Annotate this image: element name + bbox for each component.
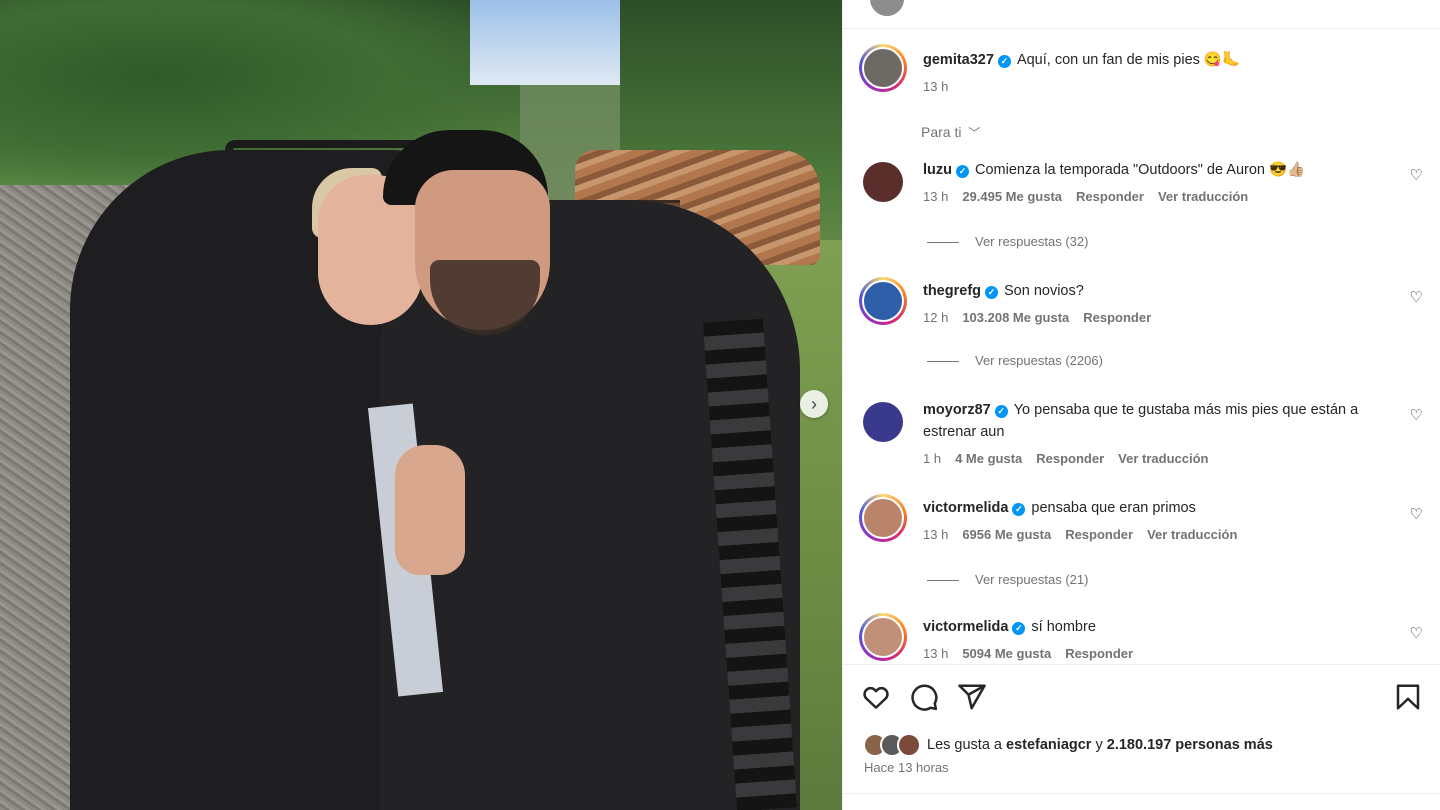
caption-username[interactable]: gemita327 xyxy=(923,52,994,68)
verified-icon: ✓ xyxy=(994,405,1008,418)
heart-icon[interactable]: ♡ xyxy=(1410,505,1423,523)
share-icon[interactable] xyxy=(957,682,987,712)
peace-sign-hand xyxy=(395,445,465,575)
avatar[interactable] xyxy=(859,494,907,542)
avatar[interactable] xyxy=(870,0,904,16)
comment-text: sí hombre xyxy=(1031,619,1096,635)
comment-username[interactable]: victormelida xyxy=(923,500,1008,516)
heart-icon[interactable]: ♡ xyxy=(1410,288,1423,306)
verified-icon: ✓ xyxy=(956,165,969,178)
heart-icon[interactable]: ♡ xyxy=(1410,406,1423,424)
comment-username[interactable]: thegrefg xyxy=(923,283,981,299)
verified-icon: ✓ xyxy=(1012,622,1026,635)
comment-text: Comienza la temporada "Outdoors" de Auro… xyxy=(975,162,1306,178)
translate-button[interactable]: Ver traducción xyxy=(1118,451,1208,466)
liker-avatars xyxy=(863,733,925,757)
avatar[interactable] xyxy=(863,402,903,442)
reply-button[interactable]: Responder xyxy=(1083,310,1151,325)
comment-sort-dropdown[interactable]: Para ti ﹀ xyxy=(921,124,980,141)
chevron-down-icon: ﹀ xyxy=(968,126,981,140)
chevron-right-icon: › xyxy=(811,393,817,414)
comment-likes[interactable]: 103.208 Me gusta xyxy=(962,310,1069,325)
instagram-post-view: › gemita327 ✓ Aquí, con un fan de mis pies… xyxy=(0,0,1440,810)
comment-likes[interactable]: 6956 Me gusta xyxy=(962,527,1051,542)
verified-icon: ✓ xyxy=(997,55,1011,68)
post-photo: › xyxy=(0,0,842,810)
reply-button[interactable]: Responder xyxy=(1065,646,1133,661)
reply-button[interactable]: Responder xyxy=(1036,451,1104,466)
comment-username[interactable]: moyorz87 xyxy=(923,402,991,418)
comment-likes[interactable]: 29.495 Me gusta xyxy=(962,189,1062,204)
view-replies-button[interactable]: Ver respuestas (21) xyxy=(927,572,1088,587)
caption-text: Aquí, con un fan de mis pies 😋🦶 xyxy=(1016,52,1241,68)
avatar[interactable] xyxy=(859,277,907,325)
post-timestamp: Hace 13 horas xyxy=(864,760,949,775)
comment-icon[interactable] xyxy=(909,682,939,712)
comment-text: Son novios? xyxy=(1004,283,1084,299)
caption-time: 13 h xyxy=(923,79,949,94)
heart-icon[interactable]: ♡ xyxy=(1410,624,1423,642)
verified-icon: ✓ xyxy=(985,286,998,299)
translate-button[interactable]: Ver traducción xyxy=(1147,527,1237,542)
avatar[interactable] xyxy=(859,44,907,92)
avatar[interactable] xyxy=(863,162,903,202)
liker-username[interactable]: estefaniagcr xyxy=(1006,737,1091,753)
comment-username[interactable]: victormelida xyxy=(923,619,1008,635)
comment-text: pensaba que eran primos xyxy=(1031,500,1196,516)
comment-likes[interactable]: 5094 Me gusta xyxy=(962,646,1051,661)
comment-likes[interactable]: 4 Me gusta xyxy=(955,451,1022,466)
post-header xyxy=(843,0,1440,29)
post-side-panel: gemita327 ✓ Aquí, con un fan de mis pies 😋… xyxy=(842,0,1440,810)
heart-icon[interactable] xyxy=(861,682,891,712)
translate-button[interactable]: Ver traducción xyxy=(1158,189,1248,204)
comment-username[interactable]: luzu xyxy=(923,162,952,178)
next-photo-button[interactable]: › xyxy=(800,390,828,418)
avatar xyxy=(897,733,921,757)
verified-icon: ✓ xyxy=(1012,503,1026,516)
view-replies-button[interactable]: Ver respuestas (32) xyxy=(927,234,1088,249)
likes-count[interactable]: 2.180.197 personas más xyxy=(1107,737,1273,753)
post-actions-bar: Les gusta a estefaniagcr y 2.180.197 per… xyxy=(843,664,1440,810)
likes-summary: Les gusta a estefaniagcr y 2.180.197 per… xyxy=(863,732,1273,758)
bookmark-icon[interactable] xyxy=(1393,682,1423,712)
reply-button[interactable]: Responder xyxy=(1065,527,1133,542)
reply-button[interactable]: Responder xyxy=(1076,189,1144,204)
heart-icon[interactable]: ♡ xyxy=(1410,166,1423,184)
avatar[interactable] xyxy=(859,613,907,661)
view-replies-button[interactable]: Ver respuestas (2206) xyxy=(927,353,1103,368)
